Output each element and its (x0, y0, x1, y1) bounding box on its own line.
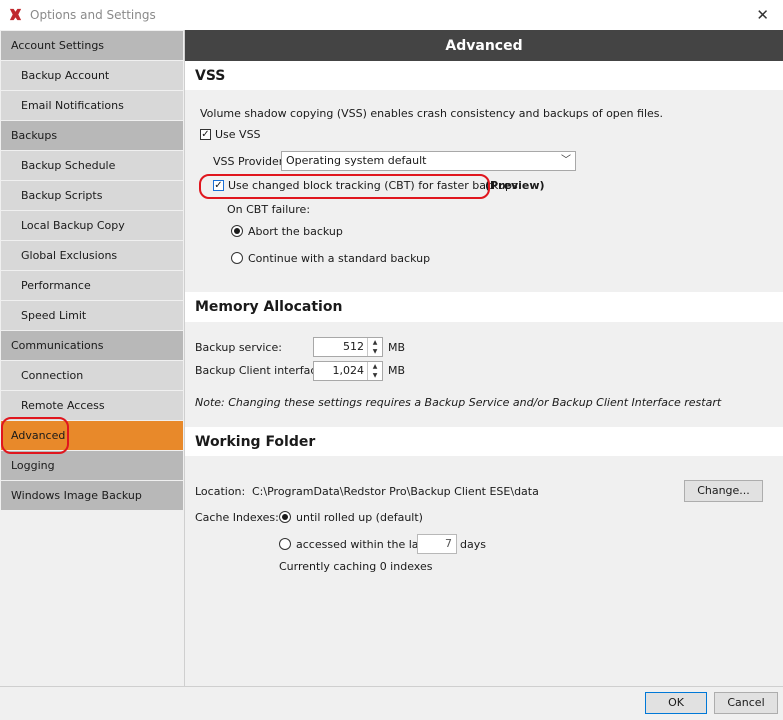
location-value: C:\ProgramData\Redstor Pro\Backup Client… (252, 485, 539, 498)
sidebar-item-performance[interactable]: Performance (1, 271, 183, 300)
vss-provider-label: VSS Provider: (213, 155, 287, 168)
close-icon[interactable]: ✕ (756, 6, 769, 24)
sidebar-item-backup-scripts[interactable]: Backup Scripts (1, 181, 183, 210)
stepper-arrows-icon[interactable]: ▲ ▼ (367, 338, 382, 356)
accessed-within-radio[interactable] (279, 538, 291, 550)
chevron-down-icon: ﹀ (561, 155, 571, 166)
backup-client-stepper[interactable]: 1,024 ▲ ▼ (313, 361, 383, 381)
cbt-checkbox[interactable]: ✓ (213, 180, 224, 191)
backup-service-stepper[interactable]: 512 ▲ ▼ (313, 337, 383, 357)
cbt-failure-label: On CBT failure: (227, 203, 311, 216)
until-rolled-up-radio[interactable] (279, 511, 291, 523)
sidebar-item-global-exclusions[interactable]: Global Exclusions (1, 241, 183, 270)
caching-status: Currently caching 0 indexes (279, 560, 433, 573)
continue-backup-label: Continue with a standard backup (248, 252, 431, 265)
dialog-footer: OK Cancel (0, 686, 783, 720)
app-logo-icon (9, 8, 22, 21)
sidebar-item-email-notifications[interactable]: Email Notifications (1, 91, 183, 120)
vss-provider-select[interactable]: Operating system default ﹀ (281, 151, 576, 171)
sidebar-item-local-backup-copy[interactable]: Local Backup Copy (1, 211, 183, 240)
sidebar-item-communications[interactable]: Communications (1, 331, 183, 360)
working-folder-heading: Working Folder (185, 427, 783, 456)
days-input[interactable]: 7 (417, 534, 457, 554)
continue-backup-radio[interactable] (231, 252, 243, 264)
vss-description: Volume shadow copying (VSS) enables cras… (200, 107, 664, 120)
memory-heading: Memory Allocation (185, 292, 783, 322)
sidebar-item-remote-access[interactable]: Remote Access (1, 391, 183, 420)
accessed-within-label: accessed within the last (296, 538, 429, 551)
cache-indexes-label: Cache Indexes: (195, 511, 279, 524)
sidebar-item-connection[interactable]: Connection (1, 361, 183, 390)
sidebar-item-backups[interactable]: Backups (1, 121, 183, 150)
memory-restart-note: Note: Changing these settings requires a… (195, 396, 722, 409)
backup-service-unit: MB (388, 341, 406, 354)
location-label: Location: (195, 485, 246, 498)
until-rolled-up-label: until rolled up (default) (296, 511, 423, 524)
title-bar: Options and Settings ✕ (0, 0, 783, 30)
cbt-preview-label: (Preview) (485, 179, 545, 192)
days-label: days (460, 538, 486, 551)
backup-service-label: Backup service: (195, 341, 282, 354)
sidebar-item-account-settings[interactable]: Account Settings (1, 31, 183, 60)
stepper-arrows-icon[interactable]: ▲ ▼ (367, 362, 382, 380)
change-location-button[interactable]: Change... (684, 480, 763, 502)
sidebar: Account Settings Backup Account Email No… (0, 30, 185, 686)
cancel-button[interactable]: Cancel (714, 692, 778, 714)
ok-button[interactable]: OK (645, 692, 707, 714)
abort-backup-radio[interactable] (231, 225, 243, 237)
vss-provider-value: Operating system default (286, 154, 427, 167)
abort-backup-label: Abort the backup (248, 225, 343, 238)
use-vss-checkbox[interactable]: ✓ (200, 129, 211, 140)
backup-service-value: 512 (343, 340, 364, 353)
window-title: Options and Settings (30, 8, 156, 22)
page-title: Advanced (185, 30, 783, 61)
sidebar-item-logging[interactable]: Logging (1, 451, 183, 480)
sidebar-item-windows-image-backup[interactable]: Windows Image Backup (1, 481, 183, 510)
backup-client-value: 1,024 (332, 364, 365, 377)
sidebar-item-backup-schedule[interactable]: Backup Schedule (1, 151, 183, 180)
use-vss-label: Use VSS (215, 128, 261, 141)
cbt-label: Use changed block tracking (CBT) for fas… (228, 179, 518, 192)
backup-client-unit: MB (388, 364, 406, 377)
content-panel: Advanced VSS Volume shadow copying (VSS)… (185, 30, 783, 686)
sidebar-item-advanced[interactable]: Advanced (1, 421, 183, 450)
vss-heading: VSS (185, 61, 783, 90)
sidebar-item-speed-limit[interactable]: Speed Limit (1, 301, 183, 330)
backup-client-label: Backup Client interface: (195, 364, 327, 377)
sidebar-item-backup-account[interactable]: Backup Account (1, 61, 183, 90)
